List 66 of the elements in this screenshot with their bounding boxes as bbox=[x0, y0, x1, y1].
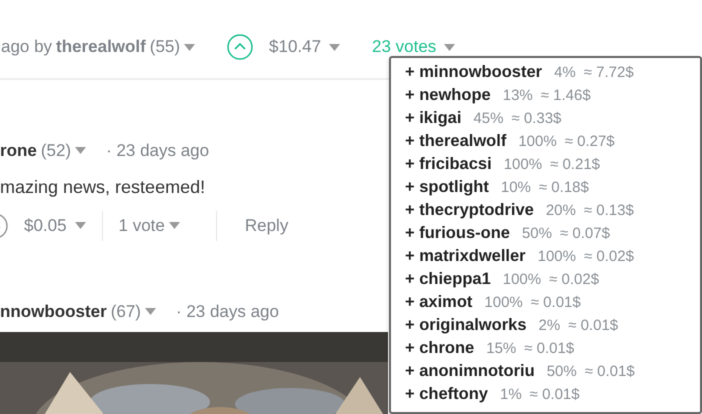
reputation-text: (55) bbox=[150, 36, 180, 58]
vote-percent: 2% bbox=[538, 317, 560, 334]
vote-percent: 45% bbox=[473, 110, 504, 127]
comment-text: mazing news, resteemed! bbox=[0, 176, 206, 199]
vote-percent: 50% bbox=[522, 225, 552, 242]
time-text: · 23 days ago bbox=[106, 140, 210, 162]
vote-value: ≈ 0.18$ bbox=[538, 179, 589, 196]
voter-link[interactable]: + fricibacsi bbox=[405, 155, 492, 173]
voter-link[interactable]: + therealwolf bbox=[405, 132, 506, 150]
vote-value: ≈ 1.46$ bbox=[540, 87, 591, 104]
author-link[interactable]: rone bbox=[0, 138, 37, 164]
vote-value: ≈ 0.02$ bbox=[584, 248, 634, 265]
vote-percent: 100% bbox=[518, 133, 557, 150]
vote-percent: 100% bbox=[502, 271, 542, 288]
vote-value: ≈ 0.13$ bbox=[584, 202, 634, 219]
vote-value: ≈ 7.72$ bbox=[584, 64, 634, 81]
voter-link[interactable]: + aximot bbox=[405, 293, 472, 311]
payout-text: $10.47 bbox=[269, 36, 322, 58]
vote-percent: 4% bbox=[554, 64, 576, 81]
vote-value: ≈ 0.01$ bbox=[530, 386, 580, 403]
voter-link[interactable]: + thecryptodrive bbox=[405, 201, 534, 219]
voter-link[interactable]: + ikigai bbox=[405, 109, 462, 127]
reputation-text: (67) bbox=[110, 300, 141, 322]
caret-icon[interactable] bbox=[184, 44, 196, 50]
voter-link[interactable]: + chieppa1 bbox=[405, 270, 491, 288]
vote-percent: 50% bbox=[546, 363, 577, 380]
caret-icon[interactable] bbox=[144, 308, 156, 315]
vote-value: ≈ 0.33$ bbox=[511, 110, 562, 127]
voter-link[interactable]: + minnowbooster bbox=[405, 63, 542, 81]
vote-value: ≈ 0.01$ bbox=[584, 363, 635, 380]
voter-link[interactable]: + originalworks bbox=[405, 316, 526, 334]
caret-icon[interactable] bbox=[168, 222, 180, 229]
reply-link[interactable]: Reply bbox=[244, 212, 288, 238]
voter-link[interactable]: + spotlight bbox=[405, 178, 489, 196]
reputation-text: (52) bbox=[40, 140, 72, 162]
vote-value: ≈ 0.27$ bbox=[564, 133, 615, 150]
voter-link[interactable]: + furious-one bbox=[405, 224, 510, 242]
vote-percent: 100% bbox=[504, 156, 542, 173]
voter-link[interactable]: + chrone bbox=[405, 339, 474, 357]
vote-value: ≈ 0.01$ bbox=[568, 317, 618, 334]
caret-icon[interactable] bbox=[444, 44, 456, 50]
time-text: ago by bbox=[1, 36, 52, 58]
vote-value: ≈ 0.07$ bbox=[560, 225, 610, 242]
voter-link[interactable]: + newhope bbox=[405, 86, 491, 104]
upvote-icon[interactable] bbox=[227, 34, 254, 60]
vote-percent: 100% bbox=[484, 294, 523, 311]
vote-value: ≈ 0.02$ bbox=[549, 271, 600, 288]
time-text: · 23 days ago bbox=[176, 300, 279, 322]
author-link[interactable]: therealwolf bbox=[56, 34, 146, 60]
vote-percent: 100% bbox=[538, 248, 576, 265]
vote-value: ≈ 0.21$ bbox=[550, 156, 600, 173]
caret-icon[interactable] bbox=[75, 147, 86, 154]
vote-value: ≈ 0.01$ bbox=[524, 340, 574, 357]
vote-percent: 10% bbox=[500, 179, 531, 196]
vote-percent: 15% bbox=[486, 340, 516, 357]
voter-link[interactable]: + matrixdweller bbox=[405, 247, 526, 265]
voter-link[interactable]: + anonimnotoriu bbox=[405, 362, 535, 380]
vote-value: ≈ 0.01$ bbox=[530, 294, 581, 311]
vote-percent: 13% bbox=[502, 87, 533, 104]
payout-text: $0.05 bbox=[24, 214, 67, 237]
vote-percent: 1% bbox=[500, 386, 522, 403]
caret-icon[interactable] bbox=[329, 44, 340, 50]
voter-link[interactable]: + cheftony bbox=[405, 385, 488, 403]
author-link[interactable]: nnowbooster bbox=[0, 298, 107, 324]
caret-icon[interactable] bbox=[74, 222, 86, 229]
vote-percent: 20% bbox=[546, 202, 576, 219]
